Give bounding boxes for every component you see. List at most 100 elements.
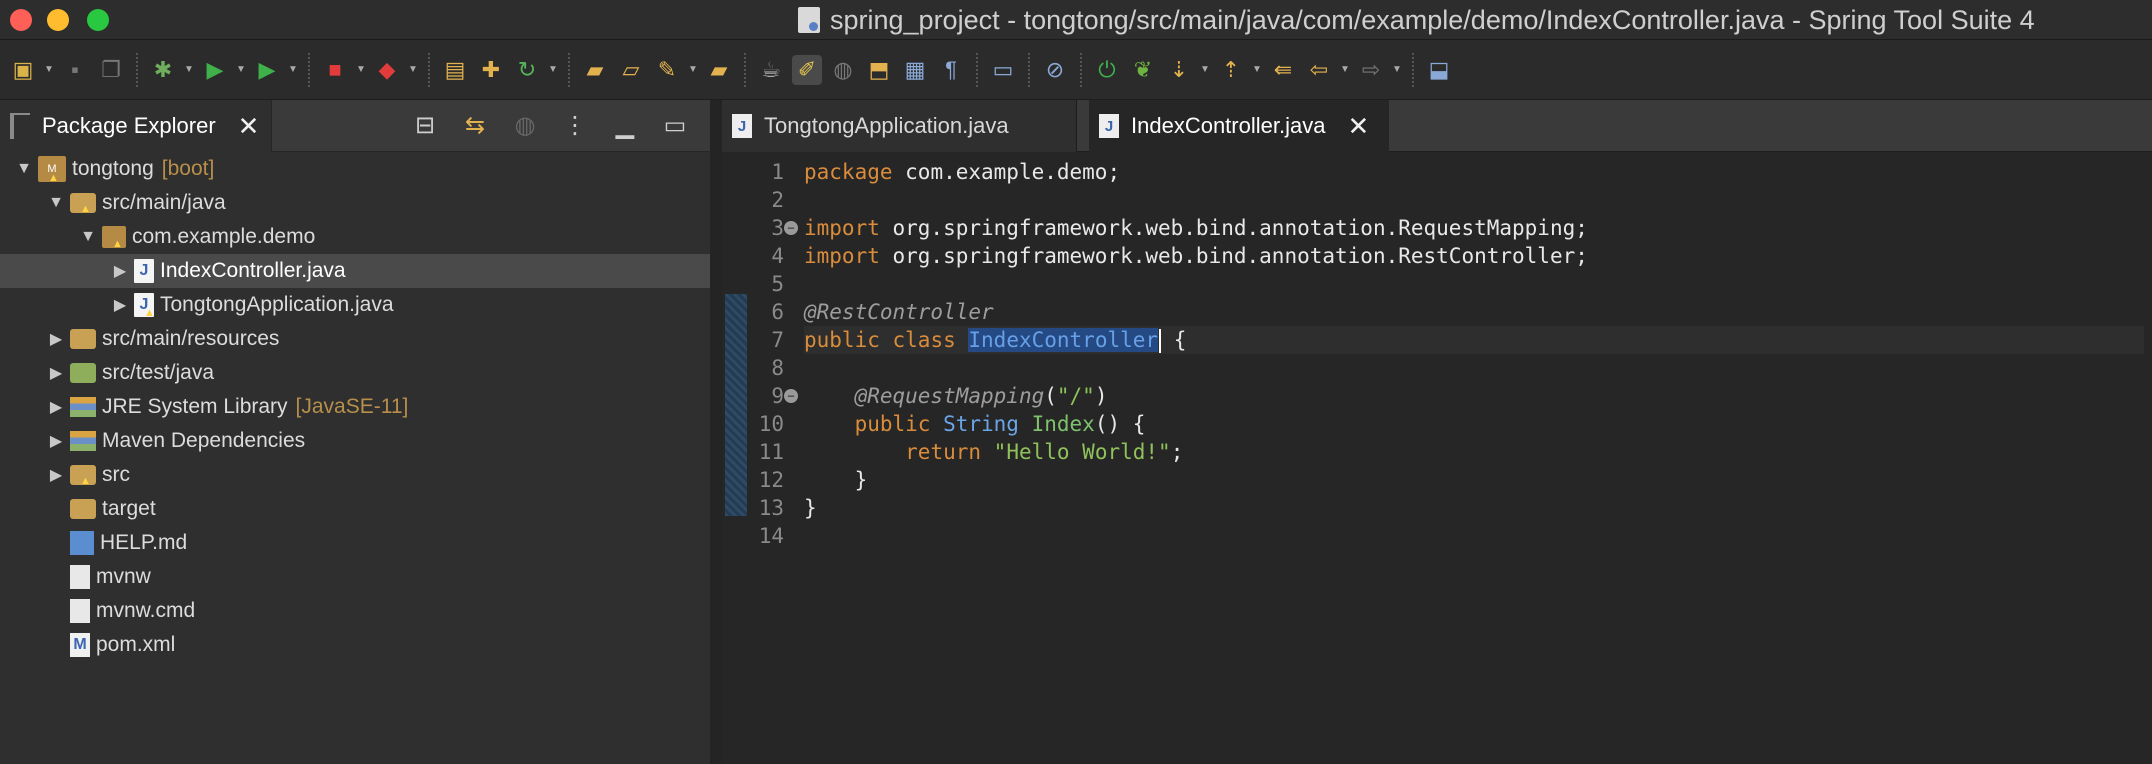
collapse-all-icon[interactable]: ⊟ [410,110,440,140]
chevron-down-icon[interactable]: ▼ [1340,64,1350,75]
tree-item-maven-dependencies[interactable]: ▶ Maven Dependencies [0,424,710,458]
next-annotation-icon[interactable]: ⇣ [1164,55,1194,85]
chevron-right-icon[interactable]: ▶ [110,295,130,315]
chevron-down-icon[interactable]: ▼ [236,64,246,75]
code-lines[interactable]: package com.example.demo; import org.spr… [804,158,2144,550]
code-line[interactable]: package com.example.demo; [804,158,2144,186]
comment-icon[interactable]: ▭ [988,55,1018,85]
tree-item-src-test-java[interactable]: ▶ src/test/java [0,356,710,390]
tree-item-com-example-demo[interactable]: ▼ ▲ com.example.demo [0,220,710,254]
code-line[interactable]: } [804,494,2144,522]
tree-item-help-md[interactable]: HELP.md [0,526,710,560]
spring-icon[interactable]: ❦ [1128,55,1158,85]
run-icon[interactable]: ▶ [200,55,230,85]
open-type-icon[interactable]: ▰ [704,55,734,85]
chevron-down-icon[interactable]: ▼ [356,64,366,75]
highlight-icon[interactable]: ✐ [792,54,822,85]
view-menu-icon[interactable]: ⋮ [560,110,590,140]
block-select-icon[interactable]: ▦ [900,55,930,85]
code-line[interactable]: @RequestMapping("/") [804,382,2144,410]
prev-annotation-icon[interactable]: ⇡ [1216,55,1246,85]
chevron-down-icon[interactable]: ▼ [288,64,298,75]
save-icon[interactable]: ▪ [60,55,90,85]
maximize-icon[interactable]: ▭ [660,110,690,140]
last-edit-icon[interactable]: ⇚ [1268,55,1298,85]
code-line[interactable] [804,354,2144,382]
open-folder-icon[interactable]: ▰ [580,55,610,85]
maximize-window-button[interactable] [87,9,109,31]
code-line[interactable]: import org.springframework.web.bind.anno… [804,242,2144,270]
tree-item-mvnw-cmd[interactable]: mvnw.cmd [0,594,710,628]
focus-task-icon[interactable]: ◍ [510,110,540,140]
chevron-right-icon[interactable]: ▶ [46,397,66,417]
link-with-editor-icon[interactable]: ⇆ [460,110,490,140]
forward-icon[interactable]: ⇨ [1356,55,1386,85]
debug-icon[interactable]: ✱ [148,55,178,85]
code-line[interactable] [804,270,2144,298]
tree-item-mvnw[interactable]: mvnw [0,560,710,594]
chevron-right-icon[interactable]: ▶ [46,363,66,383]
code-line[interactable]: return "Hello World!"; [804,438,2144,466]
tree-item-tongtong[interactable]: ▼ M ▲ tongtong [boot] [0,152,710,186]
minimize-window-button[interactable] [47,9,69,31]
tree-item-src[interactable]: ▶ ▲ src [0,458,710,492]
tree-item-target[interactable]: target [0,492,710,526]
close-window-button[interactable] [10,9,32,31]
code-line[interactable]: @RestController [804,298,2144,326]
code-line[interactable] [804,522,2144,550]
skip-breakpoints-icon[interactable]: ⊘ [1040,55,1070,85]
close-icon[interactable]: ✕ [1347,111,1369,142]
refresh-icon[interactable]: ↻ [512,55,542,85]
chevron-down-icon[interactable]: ▼ [184,64,194,75]
task-icon[interactable]: ⬒ [864,55,894,85]
fold-icon[interactable]: − [784,221,798,235]
coffee-icon[interactable]: ☕ [756,55,786,85]
tree-item-tongtongapplication[interactable]: ▶ J ▲ TongtongApplication.java [0,288,710,322]
chevron-down-icon[interactable]: ▼ [14,160,34,178]
chevron-down-icon[interactable]: ▼ [46,194,66,212]
tab-package-explorer[interactable]: Package Explorer ✕ [0,100,272,152]
minimize-icon[interactable]: ▁ [610,110,640,140]
back-icon[interactable]: ⇦ [1304,55,1334,85]
code-line[interactable]: public String Index() { [804,410,2144,438]
pin-icon[interactable]: ⬓ [1424,55,1454,85]
relaunch-icon[interactable]: ◆ [372,55,402,85]
chevron-down-icon[interactable]: ▼ [1252,64,1262,75]
tree-item-indexcontroller[interactable]: ▶ J IndexController.java [0,254,710,288]
tab-indexcontroller[interactable]: J IndexController.java ✕ [1089,100,1389,152]
new-package-icon[interactable]: ✚ [476,55,506,85]
chevron-down-icon[interactable]: ▼ [44,64,54,75]
chevron-down-icon[interactable]: ▼ [78,228,98,246]
code-editor[interactable]: 1 2 3− 4 5 6 7 8 9− 10 11 12 13 14 packa… [722,152,2152,764]
code-line-current[interactable]: public class IndexController { [804,326,2144,354]
chevron-right-icon[interactable]: ▶ [110,261,130,281]
save-all-icon[interactable]: ❐ [96,55,126,85]
code-line[interactable] [804,186,2144,214]
close-icon[interactable]: ✕ [238,111,260,142]
open-project-icon[interactable]: ▤ [440,55,470,85]
chevron-down-icon[interactable]: ▼ [548,64,558,75]
code-line[interactable]: } [804,466,2144,494]
chevron-down-icon[interactable]: ▼ [1200,64,1210,75]
chevron-down-icon[interactable]: ▼ [1392,64,1402,75]
code-line[interactable]: import org.springframework.web.bind.anno… [804,214,2144,242]
stop-icon[interactable]: ■ [320,55,350,85]
run-config-icon[interactable]: ▶ [252,55,282,85]
build-icon[interactable]: ✎ [652,55,682,85]
chevron-down-icon[interactable]: ▼ [408,64,418,75]
new-icon[interactable]: ▣ [8,55,38,85]
panel-divider[interactable] [710,100,722,764]
tree-item-pom-xml[interactable]: M pom.xml [0,628,710,662]
tree-item-jre-system-library[interactable]: ▶ JRE System Library [JavaSE-11] [0,390,710,424]
chevron-right-icon[interactable]: ▶ [46,465,66,485]
chevron-right-icon[interactable]: ▶ [46,329,66,349]
boot-dashboard-icon[interactable]: ⏻ [1092,55,1122,85]
chevron-down-icon[interactable]: ▼ [688,64,698,75]
open-file-icon[interactable]: ▱ [616,55,646,85]
fold-icon[interactable]: − [784,389,798,403]
chevron-right-icon[interactable]: ▶ [46,431,66,451]
show-whitespace-icon[interactable]: ¶ [936,55,966,85]
search-icon[interactable]: ◍ [828,55,858,85]
tree-item-src-main-resources[interactable]: ▶ src/main/resources [0,322,710,356]
tab-tongtongapplication[interactable]: J TongtongApplication.java [722,100,1077,152]
